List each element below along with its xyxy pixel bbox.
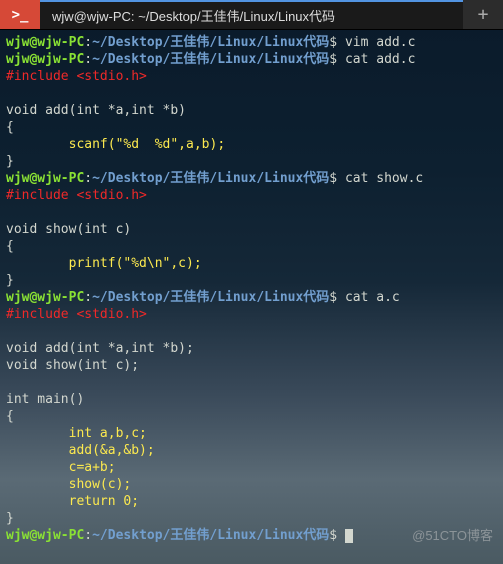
prompt-sep: : bbox=[84, 171, 92, 186]
code-line: printf("%d\n",c); bbox=[6, 256, 202, 271]
code-line: { bbox=[6, 239, 14, 254]
code-line: scanf("%d %d",a,b); bbox=[6, 137, 225, 152]
prompt-user: wjw@wjw-PC bbox=[6, 171, 84, 186]
prompt-symbol: $ bbox=[329, 52, 337, 67]
prompt-user: wjw@wjw-PC bbox=[6, 528, 84, 543]
prompt-user: wjw@wjw-PC bbox=[6, 290, 84, 305]
prompt-symbol: $ bbox=[329, 35, 337, 50]
new-tab-button[interactable]: + bbox=[463, 0, 503, 29]
titlebar: >_ wjw@wjw-PC: ~/Desktop/王佳伟/Linux/Linux… bbox=[0, 0, 503, 30]
prompt-user: wjw@wjw-PC bbox=[6, 52, 84, 67]
prompt-sep: : bbox=[84, 528, 92, 543]
watermark: @51CTO博客 bbox=[412, 525, 493, 544]
code-line: } bbox=[6, 154, 14, 169]
code-line: } bbox=[6, 273, 14, 288]
cursor bbox=[345, 529, 353, 543]
prompt-path: ~/Desktop/王佳伟/Linux/Linux代码 bbox=[92, 290, 329, 305]
prompt-path: ~/Desktop/王佳伟/Linux/Linux代码 bbox=[92, 171, 329, 186]
code-line: #include <stdio.h> bbox=[6, 69, 147, 84]
prompt-symbol: $ bbox=[329, 528, 337, 543]
command-text: cat add.c bbox=[345, 52, 415, 67]
prompt-path: ~/Desktop/王佳伟/Linux/Linux代码 bbox=[92, 35, 329, 50]
prompt-path: ~/Desktop/王佳伟/Linux/Linux代码 bbox=[92, 52, 329, 67]
code-line: add(&a,&b); bbox=[6, 443, 155, 458]
prompt-symbol: $ bbox=[329, 171, 337, 186]
code-line: void add(int *a,int *b); bbox=[6, 341, 194, 356]
terminal-output[interactable]: wjw@wjw-PC:~/Desktop/王佳伟/Linux/Linux代码$ … bbox=[0, 30, 503, 548]
code-line: show(c); bbox=[6, 477, 131, 492]
prompt-user: wjw@wjw-PC bbox=[6, 35, 84, 50]
command-text: cat show.c bbox=[345, 171, 423, 186]
code-line: #include <stdio.h> bbox=[6, 307, 147, 322]
code-line: int a,b,c; bbox=[6, 426, 147, 441]
prompt-symbol: $ bbox=[329, 290, 337, 305]
code-line: { bbox=[6, 120, 14, 135]
prompt-sep: : bbox=[84, 35, 92, 50]
code-line: return 0; bbox=[6, 494, 139, 509]
code-line: c=a+b; bbox=[6, 460, 116, 475]
prompt-sep: : bbox=[84, 290, 92, 305]
code-line: int main() bbox=[6, 392, 84, 407]
command-text: vim add.c bbox=[345, 35, 415, 50]
prompt-path: ~/Desktop/王佳伟/Linux/Linux代码 bbox=[92, 528, 329, 543]
code-line: void add(int *a,int *b) bbox=[6, 103, 186, 118]
prompt-sep: : bbox=[84, 52, 92, 67]
code-line: } bbox=[6, 511, 14, 526]
code-line: void show(int c); bbox=[6, 358, 139, 373]
code-line: #include <stdio.h> bbox=[6, 188, 147, 203]
code-line: { bbox=[6, 409, 14, 424]
code-line: void show(int c) bbox=[6, 222, 131, 237]
terminal-app-icon: >_ bbox=[0, 0, 40, 29]
terminal-tab[interactable]: wjw@wjw-PC: ~/Desktop/王佳伟/Linux/Linux代码 bbox=[40, 0, 463, 29]
command-text: cat a.c bbox=[345, 290, 400, 305]
